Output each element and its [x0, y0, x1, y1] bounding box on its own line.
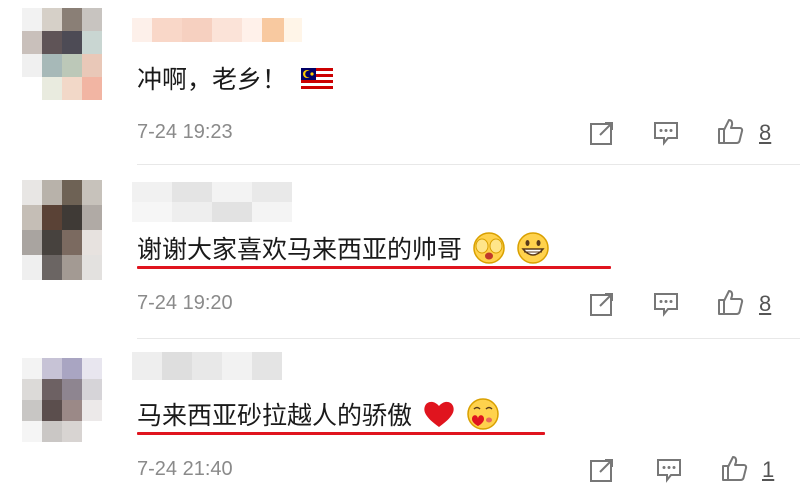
username[interactable]: [132, 352, 282, 380]
share-icon[interactable]: [588, 456, 616, 484]
timestamp: 7-24 21:40: [137, 458, 233, 480]
blowing-kiss-emoji-icon: [466, 397, 500, 437]
like-icon[interactable]: [720, 454, 748, 482]
like-count[interactable]: 1: [762, 457, 774, 483]
highlight-underline: [137, 432, 545, 435]
comment-text: 马来西亚砂拉越人的骄傲: [137, 396, 500, 437]
comment-item: 马来西亚砂拉越人的骄傲 7-24 21:40 1: [0, 0, 800, 490]
red-heart-icon: [422, 399, 456, 435]
comment-icon[interactable]: [655, 456, 683, 484]
avatar[interactable]: [22, 358, 102, 442]
